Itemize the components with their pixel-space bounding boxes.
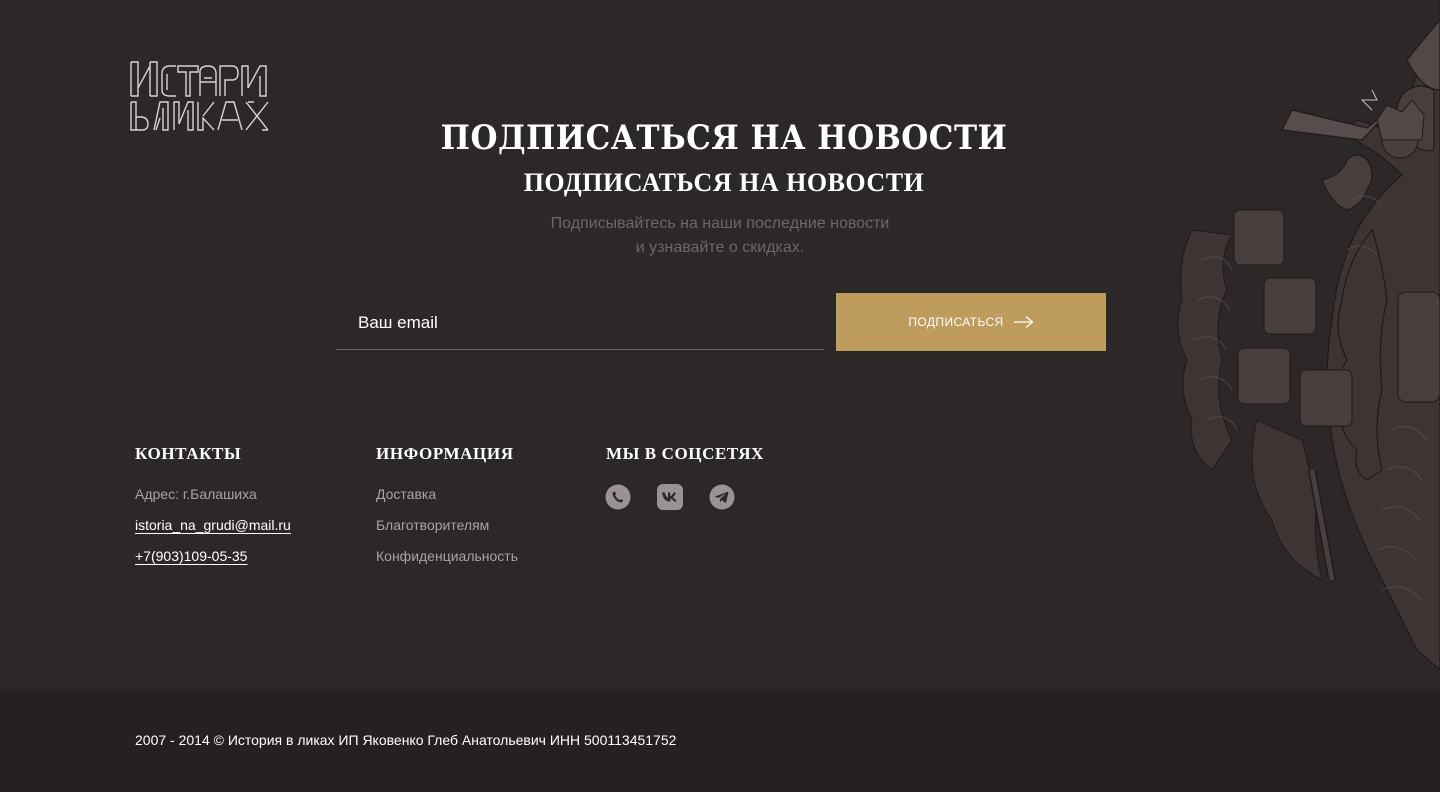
email-input[interactable] <box>336 296 824 349</box>
vk-icon[interactable] <box>657 484 683 510</box>
info-link-charity[interactable]: Благотворителям <box>376 517 489 533</box>
email-field-wrapper <box>336 296 824 350</box>
info-link-privacy[interactable]: Конфиденциальность <box>376 548 518 564</box>
page: Подписаться на новости Подписаться на но… <box>0 0 1440 792</box>
copyright-text: 2007 - 2014 © История в ликах ИП Яковенк… <box>135 732 677 748</box>
coat-of-arms-image <box>1177 0 1440 670</box>
subscribe-title: Подписаться на новости <box>440 118 1008 158</box>
contacts-phone-link[interactable]: +7(903)109-05-35 <box>135 548 247 564</box>
info-link-delivery[interactable]: Доставка <box>376 486 436 502</box>
whatsapp-icon[interactable] <box>605 484 631 510</box>
telegram-icon[interactable] <box>709 484 735 510</box>
arrow-right-icon <box>1013 316 1033 328</box>
subscribe-button-label: ПОДПИСАТЬСЯ <box>908 315 1004 329</box>
subscribe-subtitle: Подписаться на новости <box>523 168 925 197</box>
footer-main-section: Подписаться на новости Подписаться на но… <box>0 0 1440 689</box>
subscribe-button[interactable]: ПОДПИСАТЬСЯ <box>836 293 1106 351</box>
contacts-address: Адрес: г.Балашиха <box>135 486 257 502</box>
subscribe-description-line-2: и узнавайте о скидках. <box>635 239 805 256</box>
subscribe-description-line-1: Подписывайтесь на наши последние новости <box>550 215 890 232</box>
contacts-heading: Контакты <box>135 444 242 463</box>
contacts-email-link[interactable]: istoria_na_grudi@mail.ru <box>135 517 291 533</box>
subscribe-description: Подписывайтесь на наши последние новости… <box>0 212 1440 260</box>
social-heading: Мы в соцсетях <box>606 444 764 463</box>
info-heading: Информация <box>376 444 514 463</box>
